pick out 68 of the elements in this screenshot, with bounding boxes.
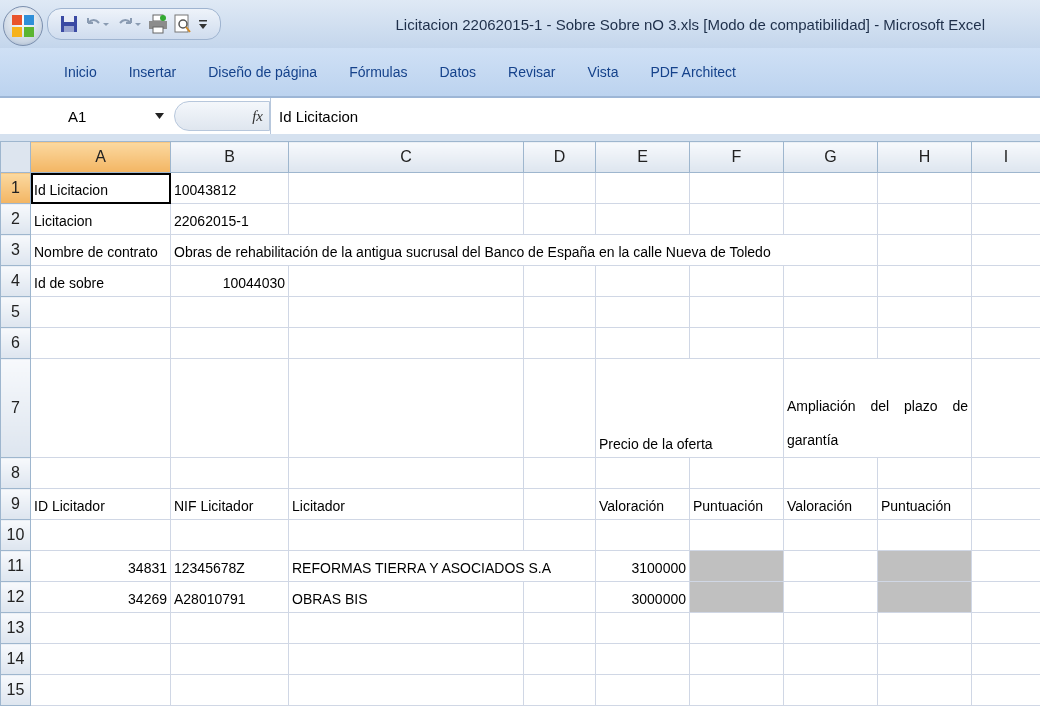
table-cell: Obras de rehabilitación de la antigua sucrusal del Banco de España en la calle Nueva de Toledo — [174, 244, 771, 260]
table-cell: Licitador — [288, 488, 524, 520]
row-header[interactable]: 9 — [0, 488, 31, 520]
customize-caret-icon[interactable] — [198, 18, 208, 30]
ribbon-tab[interactable]: Datos — [423, 60, 493, 84]
row-header[interactable]: 1 — [0, 172, 31, 204]
column-header[interactable]: G — [783, 141, 878, 173]
column-header[interactable]: E — [595, 141, 690, 173]
table-cell: A28010791 — [170, 581, 289, 613]
column-header[interactable]: H — [877, 141, 972, 173]
column-header[interactable]: I — [971, 141, 1040, 173]
table-cell: Puntuación — [689, 488, 784, 520]
row-header[interactable]: 3 — [0, 234, 31, 266]
ribbon-tab[interactable]: Insertar — [112, 60, 193, 84]
column-header[interactable]: D — [523, 141, 596, 173]
ribbon-tab[interactable]: Inicio — [48, 60, 113, 84]
row-header[interactable]: 15 — [0, 674, 31, 706]
table-cell: OBRAS BIS — [288, 581, 524, 613]
table-cell: 3100000 — [595, 550, 690, 582]
row-header[interactable]: 12 — [0, 581, 31, 613]
table-cell: Puntuación — [877, 488, 972, 520]
row-header[interactable]: 11 — [0, 550, 31, 582]
table-cell: Id Licitacion — [30, 172, 171, 204]
table-cell: 34269 — [30, 581, 171, 613]
table-cell: Precio de la oferta — [599, 436, 713, 452]
row-header[interactable]: 2 — [0, 203, 31, 235]
table-cell: 10043812 — [170, 172, 289, 204]
row-header[interactable]: 14 — [0, 643, 31, 675]
table-cell: Licitacion — [30, 203, 171, 235]
row-header[interactable]: 6 — [0, 327, 31, 359]
table-cell: Nombre de contrato — [30, 234, 171, 266]
table-cell: Ampliación del plazo de garantía — [783, 358, 972, 458]
table-cell: 12345678Z — [170, 550, 289, 582]
ribbon-tab[interactable]: Fórmulas — [333, 60, 424, 84]
dropdown-caret-icon[interactable] — [155, 113, 164, 119]
name-box[interactable]: A1 — [0, 98, 174, 134]
ribbon-tab[interactable]: Diseño de página — [192, 60, 334, 84]
insert-function-button[interactable]: fx — [252, 107, 263, 125]
ribbon-tab[interactable]: Revisar — [492, 60, 572, 84]
table-cell: Valoración — [783, 488, 878, 520]
formula-input[interactable]: Id Licitacion — [270, 98, 1040, 134]
column-header[interactable]: B — [170, 141, 289, 173]
four-squares-icon — [10, 13, 36, 39]
row-header[interactable]: 8 — [0, 457, 31, 489]
row-header[interactable]: 13 — [0, 612, 31, 644]
printer-icon[interactable] — [148, 14, 168, 34]
table-cell: 22062015-1 — [170, 203, 289, 235]
save-icon[interactable] — [60, 15, 78, 33]
row-header[interactable]: 5 — [0, 296, 31, 328]
table-cell: 3000000 — [595, 581, 690, 613]
table-cell: Valoración — [595, 488, 690, 520]
column-header[interactable]: F — [689, 141, 784, 173]
table-cell: NIF Licitador — [170, 488, 289, 520]
office-button[interactable] — [3, 6, 43, 46]
column-header[interactable]: C — [288, 141, 524, 173]
window-title: Licitacion 22062015-1 - Sobre Sobre nO 3.xls [Modo de compatibilidad] - Microsoft Excel — [395, 15, 985, 33]
document-magnifier-icon[interactable] — [174, 14, 192, 34]
ribbon-tab[interactable]: PDF Architect — [634, 60, 752, 84]
ribbon-tab[interactable]: Vista — [571, 60, 635, 84]
row-header[interactable]: 4 — [0, 265, 31, 297]
row-header[interactable]: 10 — [0, 519, 31, 551]
table-cell: 34831 — [30, 550, 171, 582]
table-cell: REFORMAS TIERRA Y ASOCIADOS S.A — [292, 560, 552, 576]
table-cell: ID Licitador — [30, 488, 171, 520]
table-cell: 10044030 — [170, 265, 289, 297]
column-header[interactable]: A — [30, 141, 171, 173]
row-header[interactable]: 7 — [0, 358, 31, 458]
table-cell: Id de sobre — [30, 265, 171, 297]
